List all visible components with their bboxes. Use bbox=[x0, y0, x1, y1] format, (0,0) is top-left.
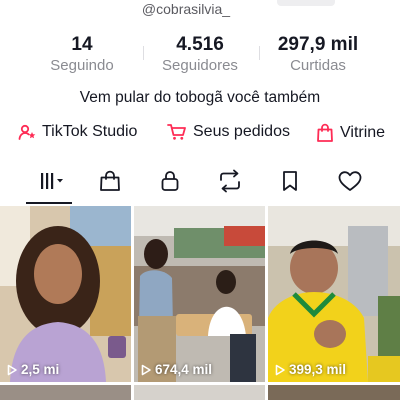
orders-label: Seus pedidos bbox=[193, 123, 290, 140]
cart-icon bbox=[167, 123, 187, 141]
videos-grid-icon bbox=[32, 170, 66, 197]
tab-favorites[interactable] bbox=[267, 166, 313, 200]
followers-count: 4.516 bbox=[176, 34, 224, 55]
orders-link[interactable]: Seus pedidos bbox=[167, 123, 290, 141]
play-icon bbox=[141, 364, 151, 375]
likes-label: Curtidas bbox=[290, 57, 346, 74]
tab-shop[interactable] bbox=[87, 166, 133, 200]
view-count-label: 2,5 mi bbox=[21, 362, 60, 377]
stats-divider bbox=[259, 46, 260, 60]
video-thumbnail[interactable] bbox=[268, 385, 400, 400]
tab-reposts[interactable] bbox=[207, 166, 253, 200]
following-count: 14 bbox=[71, 34, 93, 55]
showcase-link[interactable]: Vitrine bbox=[316, 123, 385, 143]
play-icon bbox=[7, 364, 17, 375]
tab-videos[interactable] bbox=[26, 166, 72, 200]
tab-private[interactable] bbox=[147, 166, 193, 200]
video-thumbnail[interactable] bbox=[134, 385, 265, 400]
following-label: Seguindo bbox=[50, 57, 114, 74]
heart-icon bbox=[337, 169, 363, 198]
username: @cobrasilvia_ bbox=[141, 1, 231, 17]
view-count: 674,4 mil bbox=[140, 362, 212, 377]
play-icon bbox=[275, 364, 285, 375]
video-thumbnail[interactable]: 2,5 mi bbox=[0, 206, 131, 382]
video-thumbnail-image bbox=[268, 206, 400, 382]
likes-count: 297,9 mil bbox=[277, 34, 359, 55]
view-count-label: 674,4 mil bbox=[155, 362, 213, 377]
profile-stats: 14 Seguindo 4.516 Seguidores 297,9 mil C… bbox=[0, 34, 400, 78]
view-count: 2,5 mi bbox=[6, 362, 59, 377]
tiktok-studio-icon bbox=[18, 123, 36, 141]
username-badge bbox=[277, 0, 335, 6]
profile-header: @cobrasilvia_ bbox=[0, 0, 400, 20]
profile-bio: Vem pular do tobogã você também bbox=[79, 89, 321, 106]
view-count: 399,3 mil bbox=[274, 362, 346, 377]
video-thumbnail-image bbox=[0, 206, 131, 382]
profile-tabs bbox=[0, 166, 400, 204]
shop-bag-icon bbox=[98, 169, 122, 198]
stat-likes[interactable]: 297,9 mil Curtidas bbox=[263, 34, 373, 75]
repost-icon bbox=[217, 169, 243, 198]
profile-links: TikTok Studio Seus pedidos Vitrine bbox=[0, 123, 400, 145]
stat-followers[interactable]: 4.516 Seguidores bbox=[145, 34, 255, 75]
tab-liked[interactable] bbox=[327, 166, 373, 200]
followers-label: Seguidores bbox=[162, 57, 238, 74]
tiktok-studio-link[interactable]: TikTok Studio bbox=[18, 123, 137, 141]
video-thumbnail[interactable]: 399,3 mil bbox=[268, 206, 400, 382]
stat-following[interactable]: 14 Seguindo bbox=[27, 34, 137, 75]
video-thumbnail[interactable] bbox=[0, 385, 131, 400]
video-grid: 2,5 mi 674,4 mil 399,3 mil bbox=[0, 206, 400, 400]
video-thumbnail[interactable]: 674,4 mil bbox=[134, 206, 265, 382]
tiktok-studio-label: TikTok Studio bbox=[42, 123, 138, 140]
view-count-label: 399,3 mil bbox=[289, 362, 347, 377]
stats-divider bbox=[143, 46, 144, 60]
showcase-label: Vitrine bbox=[340, 124, 386, 141]
video-thumbnail-image bbox=[134, 206, 265, 382]
lock-icon bbox=[158, 169, 182, 198]
shopping-bag-icon bbox=[316, 123, 334, 143]
bookmark-icon bbox=[279, 169, 301, 198]
active-tab-indicator bbox=[26, 202, 72, 204]
